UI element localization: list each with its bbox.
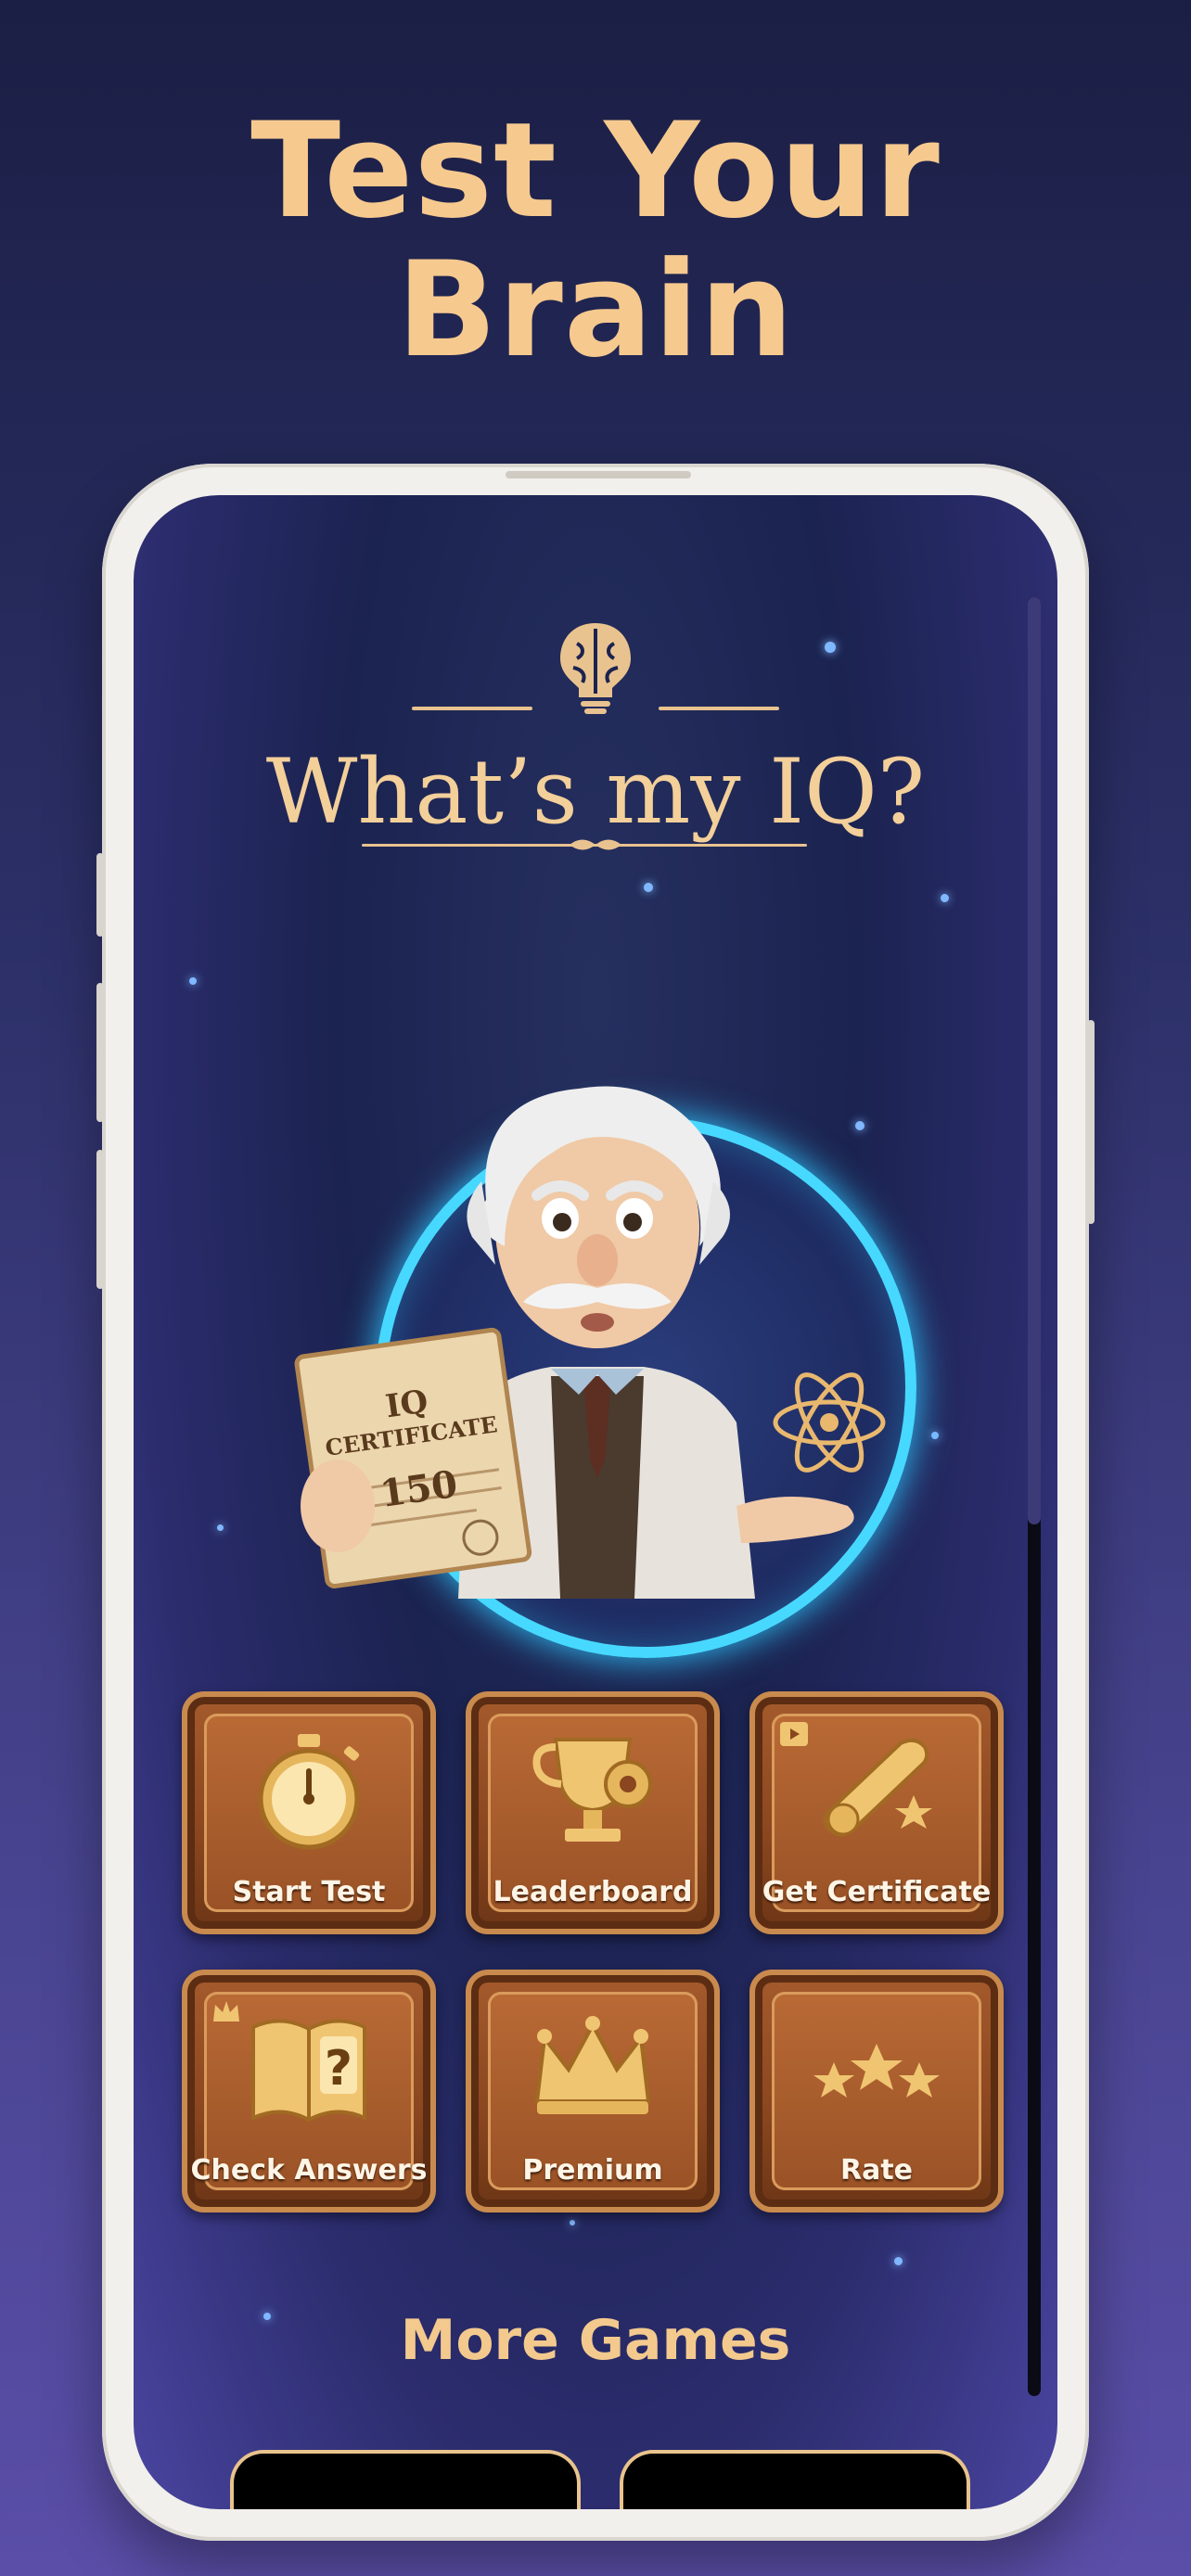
- phone-volume-up: [96, 983, 104, 1122]
- star-decor: [825, 642, 836, 653]
- star-decor: [931, 1432, 939, 1439]
- crown-badge-icon: [213, 2001, 239, 2021]
- phone-frame: What’s my IQ? IQ CERTIFICATE 150 Start T…: [96, 464, 1095, 2541]
- bottom-ad-slot-right[interactable]: [620, 2450, 970, 2509]
- bottom-ad-slot-left[interactable]: [230, 2450, 581, 2509]
- video-icon: [780, 1722, 808, 1746]
- phone-volume-down: [96, 1150, 104, 1289]
- star-decor: [189, 977, 197, 985]
- trophy-gear-icon: [532, 1738, 652, 1842]
- star-decor: [217, 1524, 224, 1531]
- scrollbar-thumb[interactable]: [1028, 597, 1041, 1524]
- get-certificate-button[interactable]: Get Certificate: [749, 1691, 1004, 1934]
- scroll-certificate-icon: [823, 1738, 932, 1837]
- premium-label: Premium: [522, 2154, 663, 2187]
- stopwatch-icon: [258, 1734, 360, 1850]
- hero-character: IQ CERTIFICATE 150: [273, 1024, 916, 1658]
- rate-label: Rate: [839, 2154, 914, 2187]
- title-divider-right: [659, 707, 779, 710]
- leaderboard-label: Leaderboard: [493, 1876, 693, 1908]
- check-answers-label: Check Answers: [190, 2154, 428, 2187]
- phone-side-button: [96, 853, 104, 937]
- rate-button[interactable]: Rate: [749, 1970, 1004, 2213]
- ornament-icon: [570, 839, 621, 850]
- premium-button[interactable]: Premium: [466, 1970, 720, 2213]
- promo-headline-line1: Test Your: [250, 95, 941, 248]
- phone-speaker: [506, 471, 691, 478]
- check-answers-button[interactable]: ? Check Answers: [182, 1970, 436, 2213]
- star-decor: [570, 2220, 575, 2225]
- stars-icon: [813, 2044, 940, 2098]
- leaderboard-button[interactable]: Leaderboard: [466, 1691, 720, 1934]
- phone-power-button: [1087, 1020, 1095, 1224]
- book-question-icon: ?: [251, 2019, 366, 2123]
- crown-icon: [534, 2016, 651, 2114]
- certificate-text: IQ CERTIFICATE 150: [301, 1355, 522, 1524]
- star-decor: [941, 894, 949, 902]
- star-decor: [644, 883, 653, 892]
- app-screen: What’s my IQ? IQ CERTIFICATE 150 Start T…: [134, 495, 1057, 2509]
- start-test-label: Start Test: [232, 1876, 386, 1908]
- star-decor: [894, 2257, 903, 2265]
- title-divider-left: [412, 707, 532, 710]
- scientist-illustration: [294, 1086, 886, 1599]
- svg-text:?: ?: [325, 2041, 352, 2097]
- get-certificate-label: Get Certificate: [762, 1876, 992, 1908]
- promo-headline-line2: Brain: [396, 234, 795, 387]
- app-title: What’s my IQ?: [265, 740, 926, 844]
- promo-headline: Test Your Brain: [0, 102, 1191, 380]
- more-games-button[interactable]: More Games: [134, 2308, 1057, 2373]
- atom-icon: [773, 1372, 886, 1473]
- brain-lightbulb-icon: [560, 623, 631, 714]
- start-test-button[interactable]: Start Test: [182, 1691, 436, 1934]
